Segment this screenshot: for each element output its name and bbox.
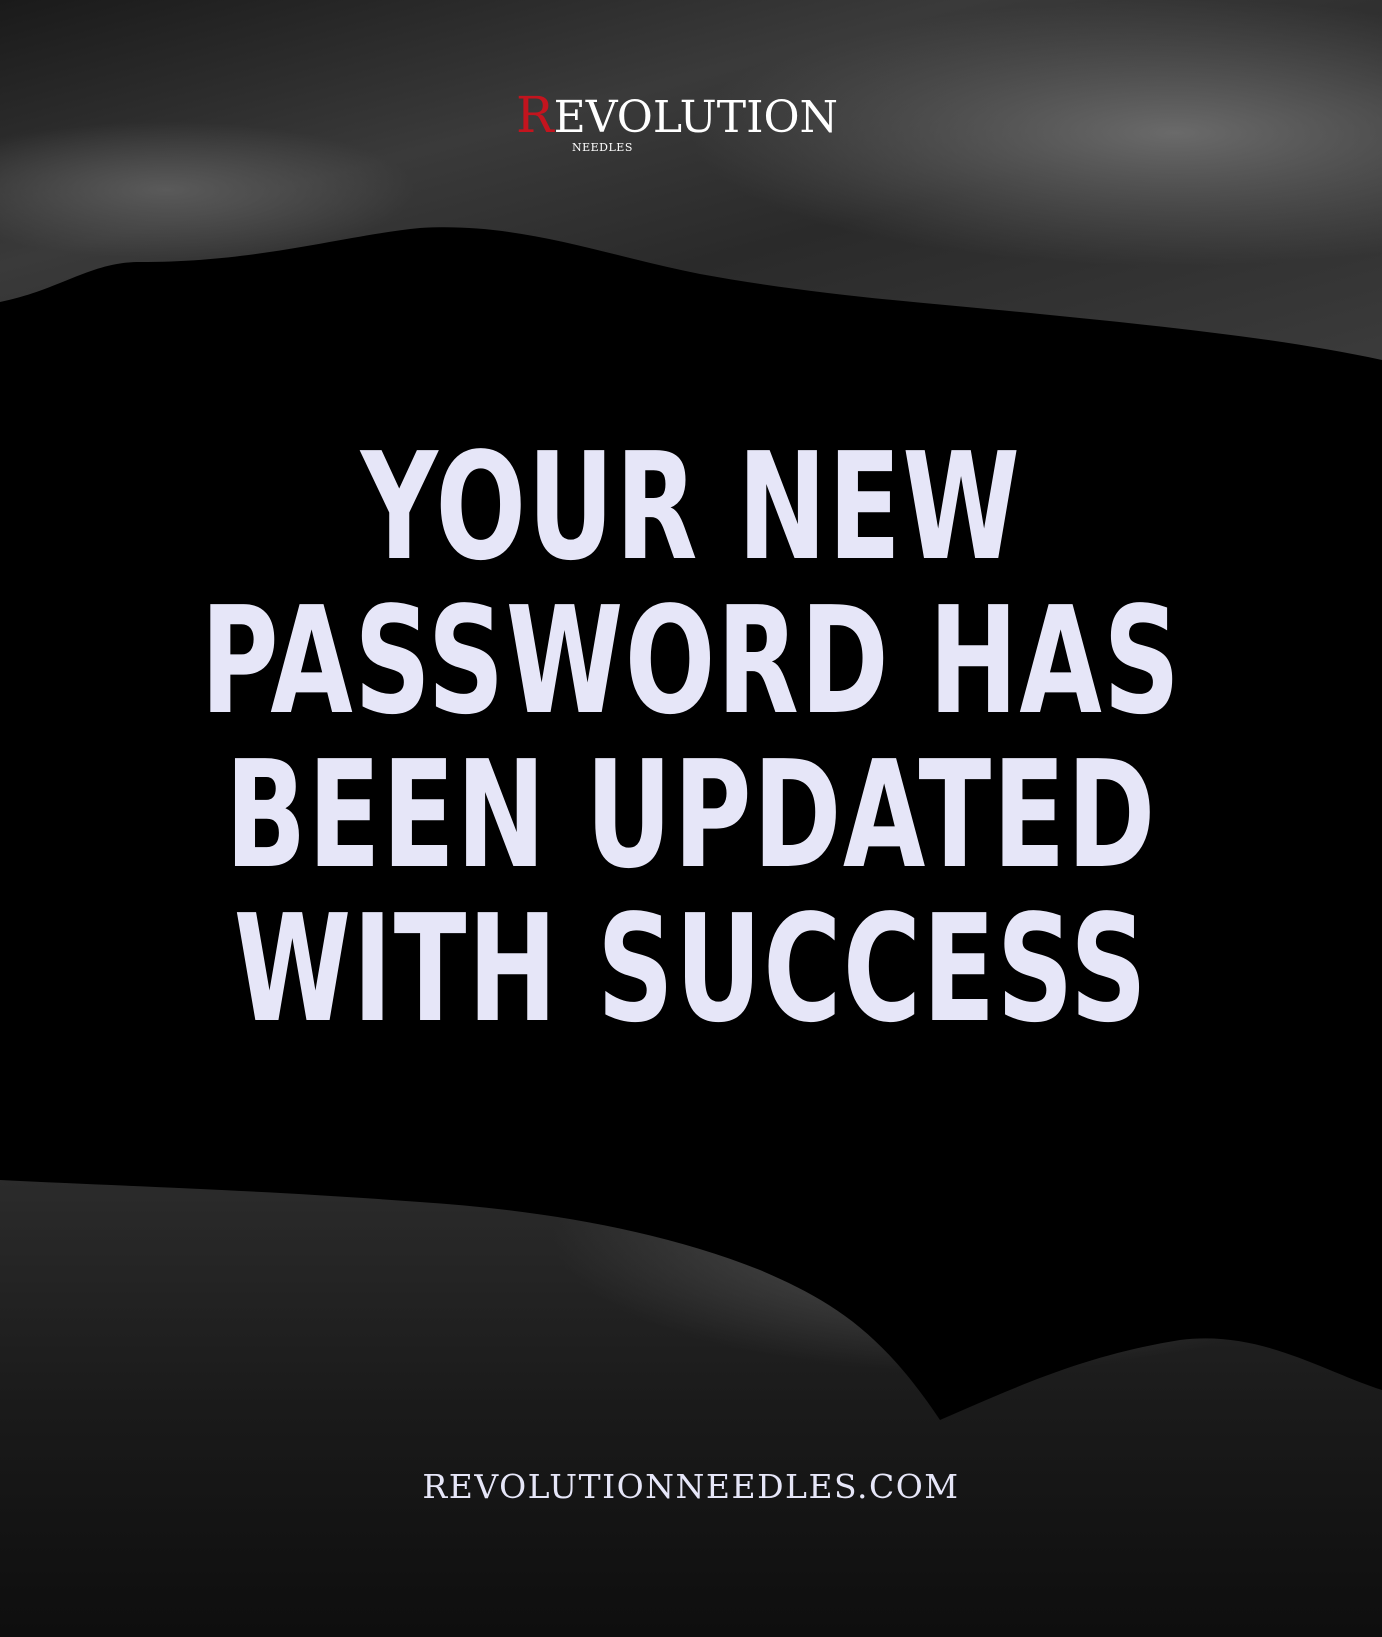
logo-subtitle: NEEDLES — [572, 141, 633, 154]
headline-line-2: PASSWORD HAS — [200, 575, 1182, 747]
fabric-background-top — [0, 0, 1382, 380]
revolution-needles-logo: REVOLUTION NEEDLES — [516, 90, 856, 160]
success-headline: YOUR NEW PASSWORD HAS BEEN UPDATED WITH … — [193, 430, 1188, 1046]
password-updated-page: REVOLUTION NEEDLES YOUR NEW PASSWORD HAS… — [0, 0, 1382, 1637]
website-link[interactable]: REVOLUTIONNEEDLES.COM — [0, 1467, 1382, 1507]
headline-line-4: WITH SUCCESS — [233, 883, 1149, 1055]
logo-wordmark: REVOLUTION — [516, 90, 838, 143]
fabric-background-bottom — [0, 1180, 1382, 1637]
headline-line-3: BEEN UPDATED — [225, 729, 1157, 901]
logo-main-text: EVOLUTION — [553, 92, 839, 143]
logo-initial: R — [516, 86, 554, 144]
headline-line-1: YOUR NEW — [360, 421, 1022, 593]
